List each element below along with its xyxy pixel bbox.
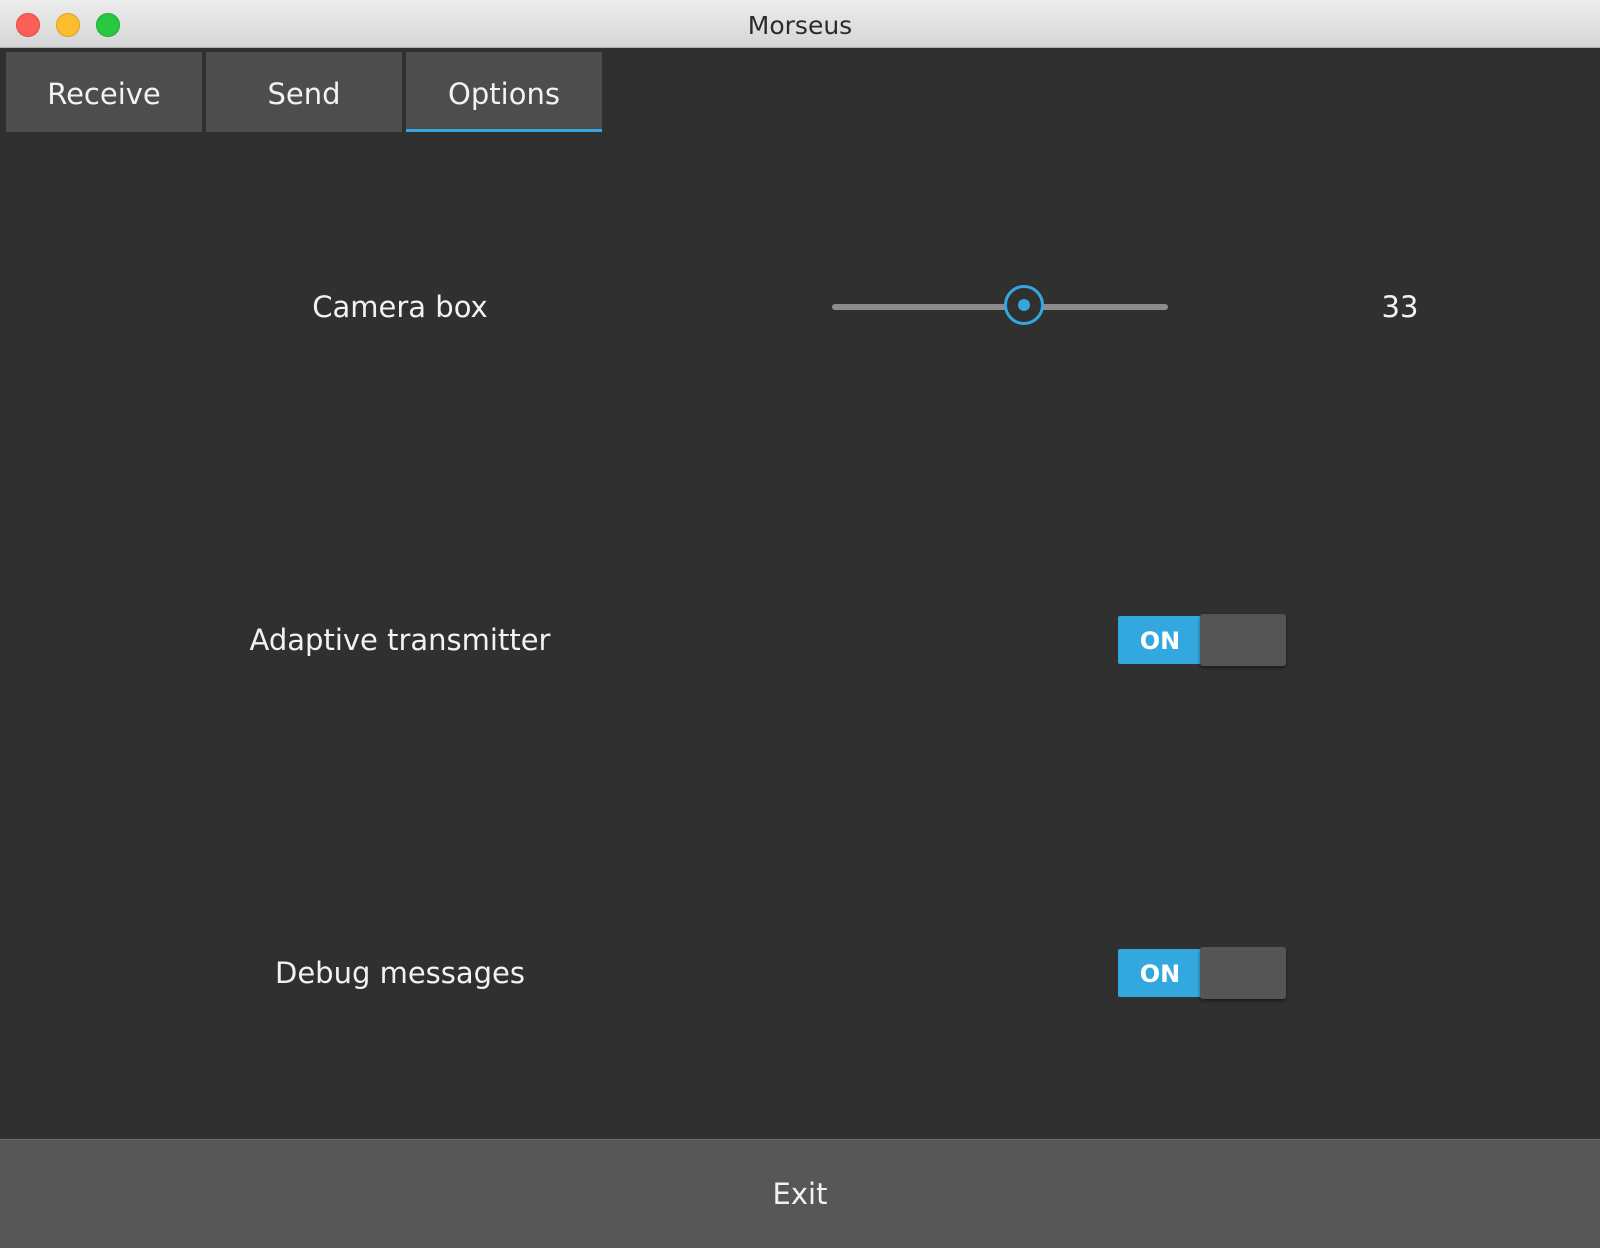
switch-knob[interactable]	[1200, 614, 1286, 666]
camera-box-slider[interactable]	[830, 285, 1170, 326]
switch-on-label: ON	[1118, 616, 1202, 664]
switch-knob[interactable]	[1200, 947, 1286, 999]
slider-track[interactable]	[832, 304, 1168, 310]
tab-receive[interactable]: Receive	[6, 52, 202, 132]
debug-messages-label: Debug messages	[274, 956, 526, 990]
slider-thumb-dot	[1017, 299, 1030, 311]
window-title: Morseus	[747, 11, 853, 40]
app-window: Morseus Receive Send Options Camera box …	[0, 0, 1600, 1248]
camera-box-value: 33	[1381, 290, 1419, 324]
camera-box-label: Camera box	[312, 290, 488, 324]
slider-thumb[interactable]	[1003, 285, 1044, 325]
adaptive-transmitter-label: Adaptive transmitter	[249, 623, 551, 657]
exit-button[interactable]: Exit	[0, 1139, 1600, 1248]
debug-messages-switch[interactable]: ON	[1118, 947, 1286, 999]
title-bar[interactable]: Morseus	[0, 0, 1600, 48]
tab-bar: Receive Send Options	[0, 48, 1600, 140]
switch-on-label: ON	[1118, 949, 1202, 997]
tab-options[interactable]: Options	[406, 52, 602, 132]
adaptive-transmitter-switch[interactable]: ON	[1118, 614, 1286, 666]
tab-send[interactable]: Send	[206, 52, 402, 132]
